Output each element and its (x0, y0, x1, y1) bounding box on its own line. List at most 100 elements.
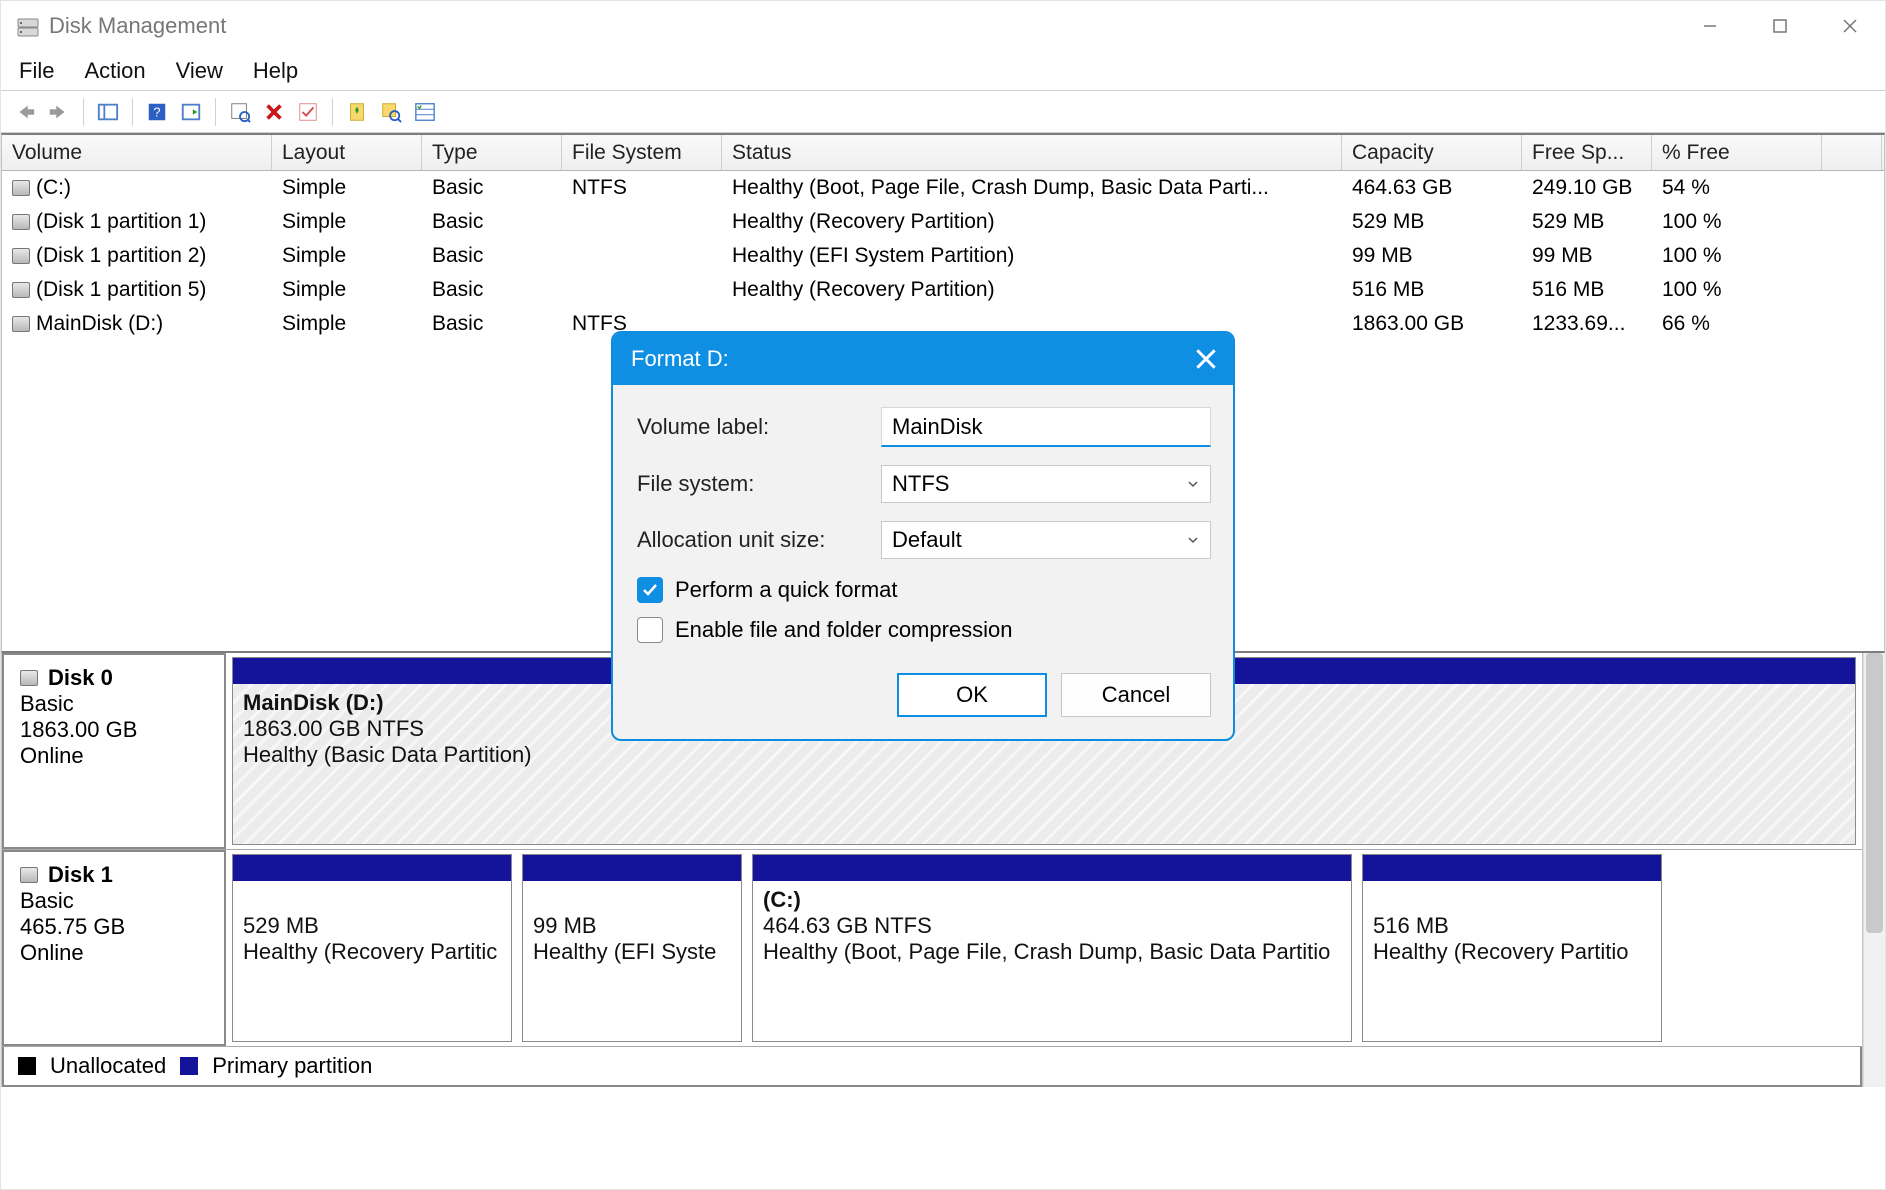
menu-view[interactable]: View (176, 58, 223, 84)
volume-free: 99 MB (1522, 244, 1652, 268)
col-fs[interactable]: File System (562, 135, 722, 170)
volume-icon (12, 282, 30, 298)
block-line2: 516 MB (1373, 913, 1651, 939)
disk1-partition[interactable]: (C:)464.63 GB NTFSHealthy (Boot, Page Fi… (752, 854, 1352, 1042)
menubar: File Action View Help (1, 51, 1885, 91)
block-line3: Healthy (Basic Data Partition) (243, 742, 1845, 768)
volume-pct: 66 % (1652, 312, 1822, 336)
col-type[interactable]: Type (422, 135, 562, 170)
disk0-type: Basic (20, 691, 214, 717)
volume-icon (12, 180, 30, 196)
volume-layout: Simple (272, 244, 422, 268)
nav-forward-icon[interactable] (45, 98, 73, 126)
allocation-select[interactable]: Default (881, 521, 1211, 559)
volume-pct: 100 % (1652, 210, 1822, 234)
disk1-partition[interactable]: 529 MBHealthy (Recovery Partitic (232, 854, 512, 1042)
volume-status: Healthy (Boot, Page File, Crash Dump, Ba… (722, 176, 1342, 200)
col-status[interactable]: Status (722, 135, 1342, 170)
dialog-title: Format D: (631, 346, 729, 372)
volume-fs: NTFS (562, 176, 722, 200)
col-free[interactable]: Free Sp... (1522, 135, 1652, 170)
delete-icon[interactable] (260, 98, 288, 126)
volume-row[interactable]: (Disk 1 partition 1)SimpleBasicHealthy (… (2, 205, 1884, 239)
disk0-state: Online (20, 743, 214, 769)
volume-type: Basic (422, 176, 562, 200)
window-title: Disk Management (49, 13, 226, 39)
volume-pct: 100 % (1652, 244, 1822, 268)
nav-back-icon[interactable] (11, 98, 39, 126)
disk-management-icon (17, 15, 39, 37)
list-view-icon[interactable] (411, 98, 439, 126)
scrollbar-thumb[interactable] (1866, 653, 1883, 933)
volume-row[interactable]: (Disk 1 partition 5)SimpleBasicHealthy (… (2, 273, 1884, 307)
volume-capacity: 99 MB (1342, 244, 1522, 268)
volume-label-input[interactable] (881, 407, 1211, 447)
volume-status: Healthy (Recovery Partition) (722, 210, 1342, 234)
legend-primary: Primary partition (212, 1053, 372, 1079)
chevron-down-icon (1186, 533, 1200, 547)
close-window-button[interactable] (1815, 1, 1885, 51)
menu-help[interactable]: Help (253, 58, 298, 84)
allocation-label: Allocation unit size: (637, 527, 881, 553)
properties-icon[interactable] (226, 98, 254, 126)
disk0-title: Disk 0 (48, 665, 113, 691)
check-icon[interactable] (294, 98, 322, 126)
search-partition-icon[interactable] (377, 98, 405, 126)
volume-capacity: 516 MB (1342, 278, 1522, 302)
show-hide-console-tree-icon[interactable] (94, 98, 122, 126)
volume-row[interactable]: (C:)SimpleBasicNTFSHealthy (Boot, Page F… (2, 171, 1884, 205)
maximize-button[interactable] (1745, 1, 1815, 51)
menu-action[interactable]: Action (84, 58, 145, 84)
minimize-button[interactable] (1675, 1, 1745, 51)
volume-layout: Simple (272, 278, 422, 302)
volume-status: Healthy (Recovery Partition) (722, 278, 1342, 302)
disk1-title: Disk 1 (48, 862, 113, 888)
primary-stripe (1363, 855, 1661, 881)
volume-icon (12, 316, 30, 332)
volume-name: MainDisk (D:) (36, 312, 163, 336)
chevron-down-icon (1186, 477, 1200, 491)
svg-text:?: ? (153, 104, 160, 119)
disk1-state: Online (20, 940, 214, 966)
volume-label-label: Volume label: (637, 414, 881, 440)
dialog-close-icon[interactable] (1193, 346, 1219, 372)
file-system-select[interactable]: NTFS (881, 465, 1211, 503)
disk-icon (20, 670, 38, 686)
disk-icon (20, 867, 38, 883)
vertical-scrollbar[interactable] (1863, 653, 1885, 1087)
legend-unallocated: Unallocated (50, 1053, 166, 1079)
volume-status: Healthy (EFI System Partition) (722, 244, 1342, 268)
cancel-button[interactable]: Cancel (1061, 673, 1211, 717)
volume-icon (12, 248, 30, 264)
disk1-type: Basic (20, 888, 214, 914)
disk1-label[interactable]: Disk 1 Basic 465.75 GB Online (2, 850, 226, 1046)
refresh-icon[interactable] (177, 98, 205, 126)
disk0-label[interactable]: Disk 0 Basic 1863.00 GB Online (2, 653, 226, 849)
volume-row[interactable]: (Disk 1 partition 2)SimpleBasicHealthy (… (2, 239, 1884, 273)
block-line2: 99 MB (533, 913, 731, 939)
volume-icon (12, 214, 30, 230)
compression-checkbox[interactable]: Enable file and folder compression (637, 617, 1211, 643)
primary-swatch (180, 1057, 198, 1075)
block-line2: 529 MB (243, 913, 501, 939)
volume-layout: Simple (272, 176, 422, 200)
volume-pct: 54 % (1652, 176, 1822, 200)
dialog-titlebar[interactable]: Format D: (613, 333, 1233, 385)
quick-format-checkbox[interactable]: Perform a quick format (637, 577, 1211, 603)
disk1-partition[interactable]: 99 MBHealthy (EFI Syste (522, 854, 742, 1042)
menu-file[interactable]: File (19, 58, 54, 84)
primary-stripe (233, 855, 511, 881)
volume-name: (Disk 1 partition 5) (36, 278, 206, 302)
volume-free: 1233.69... (1522, 312, 1652, 336)
new-icon[interactable] (343, 98, 371, 126)
disk1-partition[interactable]: 516 MBHealthy (Recovery Partitio (1362, 854, 1662, 1042)
col-layout[interactable]: Layout (272, 135, 422, 170)
primary-stripe (753, 855, 1351, 881)
col-capacity[interactable]: Capacity (1342, 135, 1522, 170)
col-pct[interactable]: % Free (1652, 135, 1822, 170)
help-icon[interactable]: ? (143, 98, 171, 126)
ok-button[interactable]: OK (897, 673, 1047, 717)
primary-stripe (523, 855, 741, 881)
col-volume[interactable]: Volume (2, 135, 272, 170)
volume-layout: Simple (272, 210, 422, 234)
